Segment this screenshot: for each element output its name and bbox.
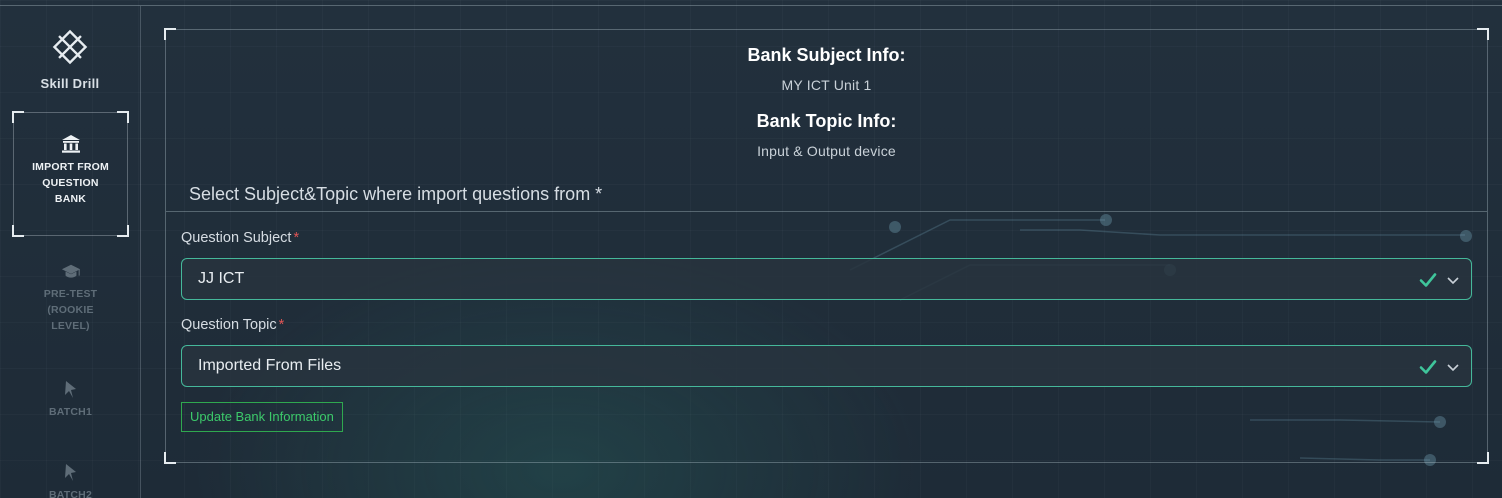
field-label-text: Question Subject (181, 230, 292, 246)
question-topic-select[interactable]: Imported From Files (181, 345, 1472, 387)
bank-subject-info-value: MY ICT Unit 1 (781, 77, 872, 93)
corner-bracket (12, 225, 24, 237)
sidebar: Skill Drill IMPORT FROM QUESTION BANK PR… (0, 6, 141, 498)
question-topic-value: Imported From Files (198, 357, 342, 374)
check-icon (1419, 360, 1437, 374)
sidebar-item-label: BATCH1 (48, 406, 92, 418)
pin-icon (64, 381, 76, 398)
question-subject-select[interactable]: JJ ICT (181, 258, 1472, 300)
required-mark: * (293, 230, 300, 246)
sidebar-item-label: BATCH2 (48, 489, 92, 498)
chevron-down-icon[interactable] (1446, 273, 1460, 287)
sidebar-item-label: PRE-TEST (ROOKIE LEVEL) (43, 288, 98, 332)
question-subject-label: Question Subject * (181, 230, 299, 246)
pin-icon (64, 464, 76, 481)
sidebar-item-label: IMPORT FROM QUESTION BANK (32, 161, 109, 205)
corner-bracket (12, 111, 24, 123)
update-bank-information-button[interactable]: Update Bank Information (181, 402, 343, 432)
import-panel: Bank Subject Info: MY ICT Unit 1 Bank To… (164, 28, 1489, 464)
top-divider (0, 5, 1502, 6)
corner-bracket (1477, 28, 1489, 40)
field-label-text: Question Topic (181, 317, 277, 333)
corner-bracket (117, 225, 129, 237)
bank-topic-info-value: Input & Output device (757, 143, 896, 159)
section-divider (166, 211, 1487, 212)
corner-bracket (164, 452, 176, 464)
question-topic-label: Question Topic * (181, 317, 284, 333)
sidebar-item-batch2[interactable]: BATCH2 (13, 461, 128, 498)
required-mark: * (278, 317, 285, 333)
chevron-down-icon[interactable] (1446, 360, 1460, 374)
sidebar-item-pre-test[interactable]: PRE-TEST (ROOKIE LEVEL) (13, 262, 128, 334)
bank-topic-info-title: Bank Topic Info: (756, 111, 897, 131)
bank-subject-info-title: Bank Subject Info: (747, 45, 906, 65)
sidebar-item-import-from-question-bank[interactable]: IMPORT FROM QUESTION BANK (12, 111, 129, 237)
brand[interactable]: Skill Drill (0, 28, 140, 91)
corner-bracket (117, 111, 129, 123)
graduation-cap-icon (61, 264, 80, 278)
question-subject-value: JJ ICT (198, 270, 245, 287)
bank-icon (61, 135, 80, 153)
check-icon (1419, 273, 1437, 287)
diamond-grid-icon (52, 29, 88, 65)
section-heading: Select Subject&Topic where import questi… (189, 184, 603, 204)
corner-bracket (1477, 452, 1489, 464)
corner-bracket (164, 28, 176, 40)
brand-label: Skill Drill (40, 76, 100, 91)
sidebar-item-batch1[interactable]: BATCH1 (13, 378, 128, 420)
